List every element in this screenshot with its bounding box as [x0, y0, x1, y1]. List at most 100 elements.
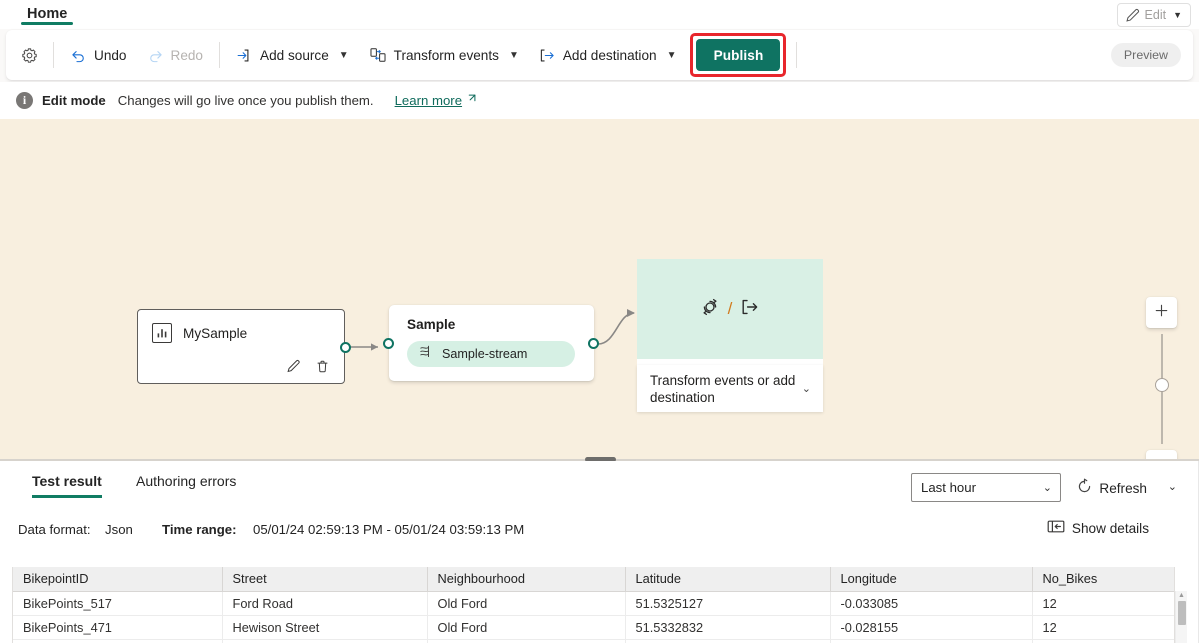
- arrowhead-1: [371, 343, 378, 351]
- node-placeholder-icons: /: [637, 259, 823, 359]
- zoom-slider-thumb[interactable]: [1155, 378, 1169, 392]
- sample-stream-pill[interactable]: Sample-stream: [407, 341, 575, 367]
- edit-mode-label: Edit: [1144, 8, 1167, 22]
- table-header-row: BikepointID Street Neighbourhood Latitud…: [13, 567, 1174, 592]
- plus-icon: [1154, 303, 1169, 323]
- node-sample-stream[interactable]: Sample Sample-stream: [383, 305, 599, 381]
- chevron-down-icon: ▼: [508, 49, 519, 61]
- tab-test-result[interactable]: Test result: [32, 473, 102, 498]
- refresh-icon: [1076, 478, 1093, 498]
- tab-home[interactable]: Home: [18, 0, 76, 25]
- table-cell: [222, 639, 428, 643]
- undo-arrow-icon: [70, 47, 87, 64]
- publish-highlight-box: Publish: [690, 33, 787, 77]
- node-sample-output-port[interactable]: [588, 338, 599, 349]
- results-table-wrapper[interactable]: BikepointID Street Neighbourhood Latitud…: [12, 567, 1175, 643]
- time-range-label: Time range:: [162, 522, 237, 537]
- add-source-label: Add source: [260, 47, 329, 63]
- publish-button[interactable]: Publish: [696, 39, 781, 71]
- results-meta-row: Data format: Json Time range: 05/01/24 0…: [0, 516, 1199, 550]
- learn-more-link[interactable]: Learn more: [395, 93, 476, 108]
- transform-events-icon: [699, 296, 721, 323]
- column-header[interactable]: Neighbourhood: [427, 567, 626, 592]
- import-arrow-icon: [236, 47, 253, 64]
- chart-bar-icon: [152, 323, 172, 343]
- table-cell: Old Ford: [427, 591, 626, 616]
- external-link-icon: [465, 93, 476, 108]
- table-cell: [830, 639, 1033, 643]
- undo-button[interactable]: Undo: [60, 39, 137, 71]
- transform-events-label: Transform events: [393, 47, 499, 63]
- time-range-text: 05/01/24 02:59:13 PM - 05/01/24 03:59:13…: [253, 522, 525, 537]
- sample-stream-label: Sample-stream: [442, 347, 528, 361]
- data-format-value: Json: [105, 522, 133, 537]
- results-panel: Test result Authoring errors Last hour ⌄…: [0, 461, 1199, 643]
- node-sample-input-port[interactable]: [383, 338, 394, 349]
- column-header[interactable]: No_Bikes: [1032, 567, 1174, 592]
- add-destination-button[interactable]: Add destination ▼: [529, 39, 687, 71]
- tab-authoring-errors[interactable]: Authoring errors: [136, 473, 236, 498]
- time-range-select[interactable]: Last hour ⌄: [911, 473, 1061, 502]
- edit-mode-dropdown[interactable]: Edit ▼: [1116, 3, 1191, 27]
- refresh-button[interactable]: Refresh: [1076, 475, 1147, 501]
- learn-more-label: Learn more: [394, 93, 463, 108]
- column-header[interactable]: Street: [222, 567, 428, 592]
- refresh-chevron-down-icon[interactable]: ⌄: [1168, 480, 1177, 493]
- table-row[interactable]: BikePoints_471 Hewison Street Old Ford 5…: [13, 615, 1174, 640]
- scrollbar-thumb[interactable]: [1177, 601, 1186, 625]
- transform-events-button[interactable]: Transform events ▼: [359, 39, 529, 71]
- table-cell: [625, 639, 831, 643]
- export-arrow-icon: [539, 47, 556, 64]
- command-bar-divider-2: [219, 42, 220, 68]
- table-row[interactable]: [13, 639, 1174, 643]
- zoom-in-button[interactable]: [1146, 297, 1177, 328]
- info-icon: i: [16, 92, 33, 109]
- column-header[interactable]: Longitude: [830, 567, 1033, 592]
- zoom-slider[interactable]: [1146, 328, 1177, 450]
- eventstream-editor-page: Home Edit ▼ Undo Redo Add source ▼ Trans…: [0, 0, 1199, 643]
- connector-layer: [348, 309, 635, 351]
- table-cell: 51.5332832: [625, 615, 831, 640]
- node-placeholder-label: Transform events or add destination: [650, 372, 796, 405]
- table-cell: BikePoints_517: [13, 591, 223, 616]
- table-cell: 51.5325127: [625, 591, 831, 616]
- data-format-label: Data format:: [18, 522, 91, 537]
- add-destination-label: Add destination: [562, 47, 657, 63]
- column-header[interactable]: Latitude: [625, 567, 831, 592]
- scroll-up-arrow-icon[interactable]: ▲: [1176, 591, 1187, 600]
- canvas-zoom-controls: [1146, 297, 1178, 460]
- add-source-button[interactable]: Add source ▼: [226, 39, 359, 71]
- table-cell: 12: [1032, 615, 1174, 640]
- trash-icon[interactable]: [314, 358, 330, 374]
- top-tab-bar: Home Edit ▼: [0, 0, 1199, 29]
- show-details-button[interactable]: Show details: [1047, 519, 1149, 537]
- table-row[interactable]: BikePoints_517 Ford Road Old Ford 51.532…: [13, 591, 1174, 616]
- node-transform-or-destination[interactable]: / Transform events or add destination ⌄: [637, 259, 823, 412]
- node-mysample-header: MySample: [138, 310, 344, 343]
- command-bar-divider-3: [796, 42, 798, 68]
- chevron-down-icon: ⌄: [1042, 482, 1052, 494]
- chevron-down-icon[interactable]: ⌄: [802, 382, 811, 395]
- pencil-icon: [1125, 8, 1140, 23]
- node-mysample-output-port[interactable]: [340, 342, 351, 353]
- chevron-down-icon: ▼: [666, 49, 677, 61]
- show-details-label: Show details: [1071, 520, 1149, 536]
- table-vertical-scrollbar[interactable]: ▲: [1175, 591, 1187, 643]
- table-cell: [1032, 639, 1174, 643]
- eventstream-icon: [418, 344, 433, 364]
- table-cell: [13, 639, 223, 643]
- add-destination-icon: [739, 296, 761, 323]
- table-cell: -0.033085: [830, 591, 1033, 616]
- node-placeholder-footer[interactable]: Transform events or add destination ⌄: [637, 365, 823, 412]
- pencil-icon[interactable]: [285, 358, 301, 374]
- column-header[interactable]: BikepointID: [13, 567, 223, 592]
- edit-mode-info-bar: i Edit mode Changes will go live once yo…: [0, 82, 1199, 119]
- command-bar: Undo Redo Add source ▼ Transform events …: [6, 30, 1193, 80]
- eventstream-canvas[interactable]: MySample Sample Sample-stream / Transfor…: [0, 119, 1199, 460]
- panel-open-icon: [1047, 519, 1065, 537]
- node-mysample[interactable]: MySample: [137, 309, 351, 384]
- icon-separator: /: [727, 299, 733, 318]
- table-cell: BikePoints_471: [13, 615, 223, 640]
- settings-button[interactable]: [12, 39, 47, 71]
- tab-strip: Home: [18, 0, 76, 29]
